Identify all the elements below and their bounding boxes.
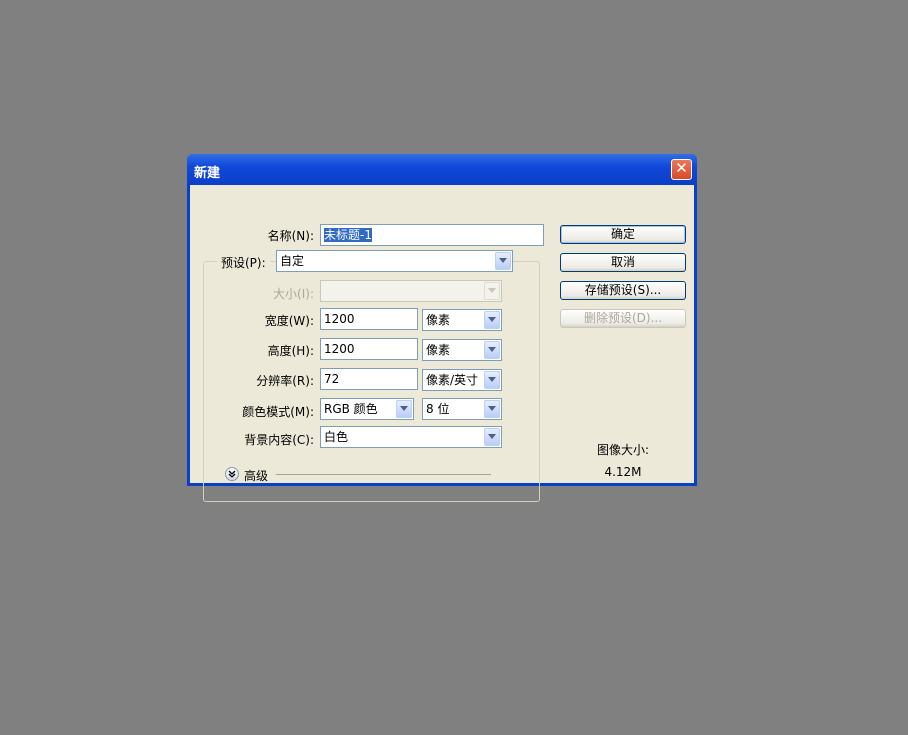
ok-button[interactable]: 确定 <box>560 225 686 244</box>
resolution-unit-select[interactable]: 像素/英寸 <box>422 369 502 391</box>
height-value: 1200 <box>324 342 355 356</box>
background-select[interactable]: 白色 <box>320 426 502 448</box>
preset-label: 预设(P): <box>217 254 270 271</box>
resolution-label: 分辨率(R): <box>256 374 314 388</box>
width-input[interactable]: 1200 <box>320 308 418 330</box>
background-label: 背景内容(C): <box>244 433 314 447</box>
bit-depth-value: 8 位 <box>426 402 450 416</box>
dialog-body: 名称(N): 未标题-1 预设(P): 自定 大小(I): 宽度(W): 120… <box>190 185 694 502</box>
chevron-down-icon <box>484 341 500 359</box>
new-document-dialog: 新建 ✕ 名称(N): 未标题-1 预设(P): 自定 大小(I): 宽度(W)… <box>187 154 697 502</box>
chevron-down-icon <box>484 400 500 418</box>
image-size-value: 4.12M <box>604 465 642 479</box>
bit-depth-select[interactable]: 8 位 <box>422 398 502 420</box>
dialog-title: 新建 <box>194 166 221 181</box>
preset-select[interactable]: 自定 <box>276 250 513 272</box>
name-value: 未标题-1 <box>324 228 372 242</box>
chevron-down-icon <box>484 311 500 329</box>
height-unit-select[interactable]: 像素 <box>422 339 502 361</box>
double-chevron-down-icon[interactable] <box>225 467 239 481</box>
height-input[interactable]: 1200 <box>320 338 418 360</box>
height-label: 高度(H): <box>267 344 314 358</box>
chevron-down-icon <box>396 400 412 418</box>
chevron-down-icon <box>484 282 500 300</box>
save-preset-button[interactable]: 存储预设(S)... <box>560 281 686 300</box>
height-unit-value: 像素 <box>426 343 451 357</box>
width-value: 1200 <box>324 312 355 326</box>
delete-preset-button: 删除预设(D)... <box>560 309 686 328</box>
resolution-unit-value: 像素/英寸 <box>426 373 479 387</box>
cancel-button[interactable]: 取消 <box>560 253 686 272</box>
title-bar[interactable]: 新建 ✕ <box>187 154 697 185</box>
color-mode-value: RGB 颜色 <box>324 402 378 416</box>
width-unit-select[interactable]: 像素 <box>422 309 502 331</box>
size-select <box>320 280 502 302</box>
image-size-label: 图像大小: <box>596 443 650 457</box>
width-unit-value: 像素 <box>426 313 451 327</box>
color-mode-select[interactable]: RGB 颜色 <box>320 398 414 420</box>
close-icon: ✕ <box>675 159 688 177</box>
resolution-value: 72 <box>324 372 340 386</box>
chevron-down-icon <box>484 371 500 389</box>
advanced-divider <box>276 474 491 475</box>
name-input[interactable]: 未标题-1 <box>320 224 544 246</box>
advanced-label[interactable]: 高级 <box>244 467 268 484</box>
chevron-down-icon <box>495 252 511 270</box>
background-value: 白色 <box>324 430 349 444</box>
preset-value: 自定 <box>280 254 305 268</box>
resolution-input[interactable]: 72 <box>320 368 418 390</box>
close-button[interactable]: ✕ <box>671 159 692 180</box>
name-label: 名称(N): <box>267 229 314 243</box>
chevron-down-icon <box>484 428 500 446</box>
color-mode-label: 颜色模式(M): <box>242 405 314 419</box>
size-label: 大小(I): <box>273 287 314 301</box>
width-label: 宽度(W): <box>264 314 314 328</box>
